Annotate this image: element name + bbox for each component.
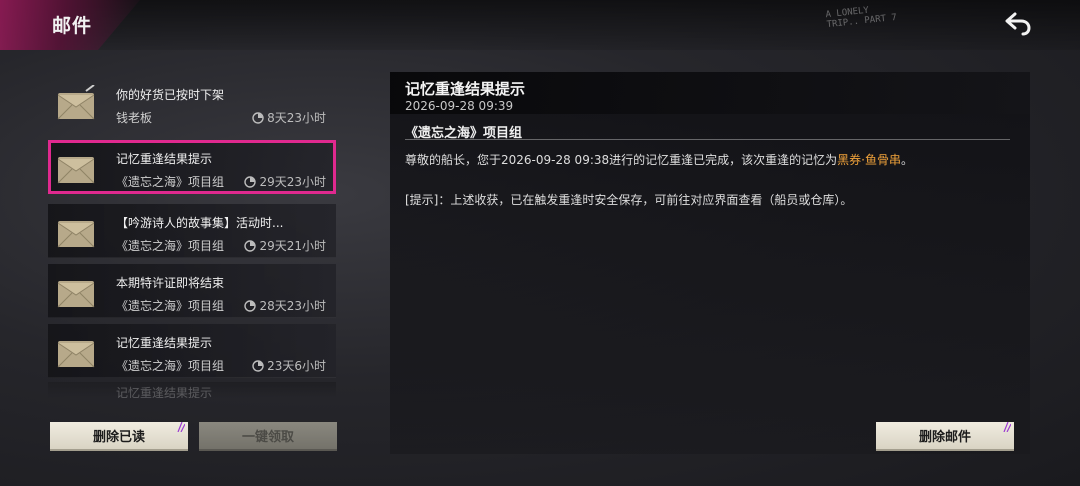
mail-expire-time: 29天23小时	[244, 173, 326, 190]
body-text: 尊敬的船长，您于2026-09-28 09:38进行的记忆重逢已完成，该次重逢的…	[405, 153, 838, 167]
mail-title: 本期特许证即将结束	[116, 276, 225, 290]
envelope-icon	[57, 281, 95, 308]
mail-expire-text: 23天6小时	[267, 359, 326, 373]
mail-sender: 《遗忘之海》项目组	[116, 299, 225, 313]
detail-body-line: 尊敬的船长，您于2026-09-28 09:38进行的记忆重逢已完成，该次重逢的…	[405, 151, 913, 168]
mail-expire-text: 8天23小时	[267, 111, 326, 125]
delete-read-button[interactable]: 删除已读	[50, 422, 188, 451]
mail-item[interactable]: 你的好货已按时下架 钱老板 8天23小时	[48, 76, 336, 130]
mail-expire-text: 29天21小时	[259, 239, 326, 253]
mail-title: 记忆重逢结果提示	[116, 336, 213, 350]
page-title: 邮件	[52, 15, 93, 37]
mail-item[interactable]: 本期特许证即将结束 《遗忘之海》项目组 28天23小时	[48, 264, 336, 318]
clock-icon	[252, 111, 264, 124]
back-button[interactable]	[1000, 8, 1036, 40]
detail-divider	[405, 139, 1010, 140]
mail-expire-text: 29天23小时	[259, 175, 326, 189]
corner-mark-icon	[177, 422, 185, 432]
decor-text: A LONELY TRIP.. PART 7	[825, 5, 898, 31]
envelope-icon	[57, 85, 95, 120]
envelope-icon	[57, 221, 95, 248]
delete-mail-button[interactable]: 删除邮件	[876, 422, 1014, 451]
mail-expire-time: 29天21小时	[244, 237, 326, 254]
mail-expire-time: 23天6小时	[252, 357, 326, 374]
mail-title: 你的好货已按时下架	[116, 88, 225, 102]
delete-mail-label: 删除邮件	[918, 430, 971, 445]
mail-sender: 钱老板	[116, 111, 153, 125]
mail-expire-time: 8天23小时	[252, 109, 326, 126]
reward-highlight: 黑券·鱼骨串	[837, 153, 901, 167]
mail-item[interactable]: 【吟游诗人的故事集】活动时... 《遗忘之海》项目组 29天21小时	[48, 204, 336, 258]
clock-icon	[244, 299, 257, 312]
clock-icon	[244, 175, 257, 188]
mail-title: 【吟游诗人的故事集】活动时...	[116, 216, 284, 230]
detail-header: 记忆重逢结果提示 2026-09-28 09:39	[390, 72, 1030, 114]
body-text-end: 。	[900, 153, 913, 167]
claim-all-label: 一键领取	[241, 430, 294, 445]
clock-icon	[244, 239, 257, 252]
envelope-icon	[57, 157, 95, 184]
mail-title: 记忆重逢结果提示	[116, 152, 213, 166]
mail-item-selected[interactable]: 记忆重逢结果提示 《遗忘之海》项目组 29天23小时	[48, 140, 336, 194]
mail-item[interactable]: 记忆重逢结果提示 《遗忘之海》项目组 23天6小时	[48, 324, 336, 378]
corner-mark-icon	[1003, 422, 1011, 432]
delete-read-label: 删除已读	[92, 430, 145, 445]
mail-sender: 《遗忘之海》项目组	[116, 239, 225, 253]
back-arrow-icon	[1005, 12, 1031, 36]
claim-all-button[interactable]: 一键领取	[199, 422, 337, 451]
mail-sender: 《遗忘之海》项目组	[116, 359, 225, 373]
detail-title: 记忆重逢结果提示	[405, 80, 526, 98]
mail-expire-text: 28天23小时	[259, 299, 326, 313]
mail-detail-panel: 记忆重逢结果提示 2026-09-28 09:39 《遗忘之海》项目组 尊敬的船…	[390, 72, 1030, 454]
envelope-icon	[57, 341, 95, 368]
mail-sender: 《遗忘之海》项目组	[116, 175, 225, 189]
detail-hint-line: [提示]：上述收获，已在触发重逢时安全保存，可前往对应界面查看（船员或仓库）。	[405, 193, 853, 207]
mail-list[interactable]: 你的好货已按时下架 钱老板 8天23小时 记忆重逢结果提示 《遗忘之海》项目组 …	[48, 76, 338, 398]
mail-peek-title: 记忆重逢结果提示	[116, 386, 213, 398]
top-bar: 邮件 A LONELY TRIP.. PART 7	[0, 0, 1080, 50]
detail-date: 2026-09-28 09:39	[405, 99, 514, 113]
mail-expire-time: 28天23小时	[244, 297, 326, 314]
clock-icon	[252, 359, 264, 372]
